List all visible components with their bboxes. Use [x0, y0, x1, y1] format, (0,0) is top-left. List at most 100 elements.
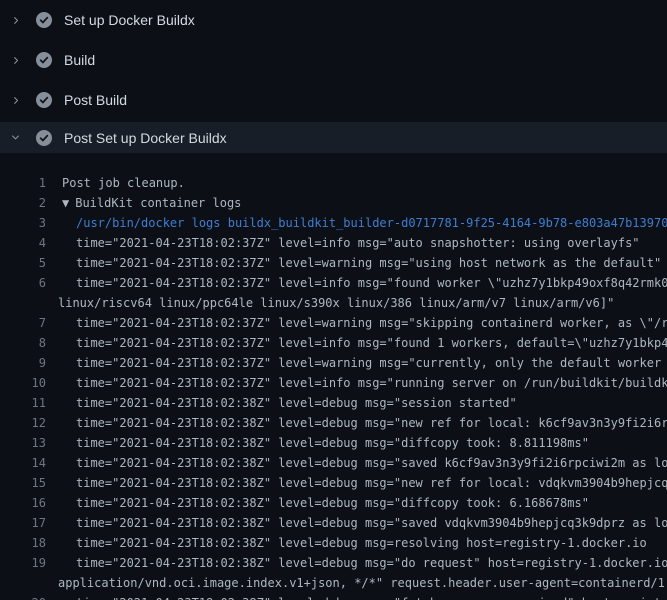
log-text-body: time="2021-04-23T18:02:38Z" level=debug … — [76, 396, 517, 410]
log-line: 13 time="2021-04-23T18:02:38Z" level=deb… — [0, 433, 667, 453]
log-line: 18 time="2021-04-23T18:02:38Z" level=deb… — [0, 533, 667, 553]
log-text: /usr/bin/docker logs buildx_buildkit_bui… — [58, 213, 667, 233]
log-line: 14 time="2021-04-23T18:02:38Z" level=deb… — [0, 453, 667, 473]
log-text-body: Post job cleanup. — [62, 176, 185, 190]
check-circle-icon — [36, 92, 52, 108]
log-line: 5 time="2021-04-23T18:02:37Z" level=warn… — [0, 253, 667, 273]
log-line: 9 time="2021-04-23T18:02:37Z" level=warn… — [0, 353, 667, 373]
log-text-body: time="2021-04-23T18:02:38Z" level=debug … — [76, 416, 667, 430]
line-number[interactable]: 10 — [0, 373, 46, 393]
log-text: time="2021-04-23T18:02:38Z" level=debug … — [58, 473, 667, 493]
log-line: 6 time="2021-04-23T18:02:37Z" level=info… — [0, 273, 667, 293]
log-text: Post job cleanup. — [58, 173, 667, 193]
log-text-body: time="2021-04-23T18:02:38Z" level=debug … — [76, 596, 667, 600]
log-line: linux/riscv64 linux/ppc64le linux/s390x … — [0, 293, 667, 313]
step-title: Build — [64, 52, 95, 68]
check-circle-icon — [36, 12, 52, 28]
log-text[interactable]: ▼ BuildKit container logs — [58, 193, 667, 213]
line-number[interactable]: 9 — [0, 353, 46, 373]
line-number[interactable]: 13 — [0, 433, 46, 453]
log-text: time="2021-04-23T18:02:37Z" level=info m… — [58, 373, 667, 393]
log-text-body: /usr/bin/docker logs buildx_buildkit_bui… — [76, 216, 667, 230]
log-line: 15 time="2021-04-23T18:02:38Z" level=deb… — [0, 473, 667, 493]
log-text-body: time="2021-04-23T18:02:38Z" level=debug … — [76, 496, 589, 510]
line-number[interactable]: 8 — [0, 333, 46, 353]
log-text: time="2021-04-23T18:02:38Z" level=debug … — [58, 513, 667, 533]
log-text: time="2021-04-23T18:02:38Z" level=debug … — [58, 393, 667, 413]
log-line: 4 time="2021-04-23T18:02:37Z" level=info… — [0, 233, 667, 253]
log-text-body: time="2021-04-23T18:02:38Z" level=debug … — [76, 476, 667, 490]
log-text-body: time="2021-04-23T18:02:37Z" level=warnin… — [76, 256, 661, 270]
line-number[interactable]: 4 — [0, 233, 46, 253]
step-header-post-set-up-docker-buildx[interactable]: Post Set up Docker Buildx — [0, 122, 667, 153]
log-text: time="2021-04-23T18:02:38Z" level=debug … — [58, 553, 667, 573]
step-header-build[interactable]: Build — [0, 40, 667, 80]
steps-list: Set up Docker Buildx Build — [0, 0, 667, 153]
log-text: time="2021-04-23T18:02:38Z" level=debug … — [58, 453, 667, 473]
line-number[interactable]: 14 — [0, 453, 46, 473]
line-number[interactable]: 15 — [0, 473, 46, 493]
line-number — [0, 573, 46, 593]
log-line: 10 time="2021-04-23T18:02:37Z" level=inf… — [0, 373, 667, 393]
line-number[interactable]: 2 — [0, 193, 46, 213]
line-number[interactable]: 5 — [0, 253, 46, 273]
line-number[interactable]: 11 — [0, 393, 46, 413]
log-line: 12 time="2021-04-23T18:02:38Z" level=deb… — [0, 413, 667, 433]
log-text: time="2021-04-23T18:02:38Z" level=debug … — [58, 533, 667, 553]
chevron-down-icon — [10, 132, 24, 143]
log-line: application/vnd.oci.image.index.v1+json,… — [0, 573, 667, 593]
log-line: 19 time="2021-04-23T18:02:38Z" level=deb… — [0, 553, 667, 573]
log-text-body: application/vnd.oci.image.index.v1+json,… — [58, 576, 667, 590]
log-text: time="2021-04-23T18:02:37Z" level=warnin… — [58, 353, 667, 373]
log-line: 20 time="2021-04-23T18:02:38Z" level=deb… — [0, 593, 667, 600]
log-text: time="2021-04-23T18:02:37Z" level=info m… — [58, 273, 667, 293]
log-line: 16 time="2021-04-23T18:02:38Z" level=deb… — [0, 493, 667, 513]
log-text-body: time="2021-04-23T18:02:38Z" level=debug … — [76, 556, 667, 570]
line-number[interactable]: 16 — [0, 493, 46, 513]
log-text: time="2021-04-23T18:02:37Z" level=warnin… — [58, 313, 667, 333]
line-number[interactable]: 17 — [0, 513, 46, 533]
log-text: time="2021-04-23T18:02:38Z" level=debug … — [58, 593, 667, 600]
log-text-body: time="2021-04-23T18:02:38Z" level=debug … — [76, 536, 647, 550]
line-number[interactable]: 18 — [0, 533, 46, 553]
log-text: time="2021-04-23T18:02:38Z" level=debug … — [58, 413, 667, 433]
log-text-body: linux/riscv64 linux/ppc64le linux/s390x … — [58, 296, 614, 310]
line-number[interactable]: 20 — [0, 593, 46, 600]
step-header-set-up-docker-buildx[interactable]: Set up Docker Buildx — [0, 0, 667, 40]
step-title: Set up Docker Buildx — [64, 12, 195, 28]
step-header-post-build[interactable]: Post Build — [0, 80, 667, 120]
log-text: time="2021-04-23T18:02:37Z" level=warnin… — [58, 253, 667, 273]
log-line: 17 time="2021-04-23T18:02:38Z" level=deb… — [0, 513, 667, 533]
log-text-body: time="2021-04-23T18:02:37Z" level=info m… — [76, 236, 640, 250]
log-text-body: time="2021-04-23T18:02:37Z" level=info m… — [76, 276, 667, 290]
log-text: time="2021-04-23T18:02:37Z" level=info m… — [58, 233, 667, 253]
line-number[interactable]: 12 — [0, 413, 46, 433]
log-line: 8 time="2021-04-23T18:02:37Z" level=info… — [0, 333, 667, 353]
log-text: time="2021-04-23T18:02:38Z" level=debug … — [58, 433, 667, 453]
line-number[interactable]: 7 — [0, 313, 46, 333]
chevron-right-icon — [10, 95, 24, 106]
log-text: application/vnd.oci.image.index.v1+json,… — [58, 573, 667, 593]
log-text-body: time="2021-04-23T18:02:38Z" level=debug … — [76, 436, 589, 450]
group-collapse-triangle-icon[interactable]: ▼ — [62, 196, 69, 210]
log-text-body: time="2021-04-23T18:02:37Z" level=warnin… — [76, 316, 667, 330]
log-text-body: time="2021-04-23T18:02:38Z" level=debug … — [76, 516, 667, 530]
log-text-body: time="2021-04-23T18:02:37Z" level=info m… — [76, 376, 667, 390]
step-title: Post Build — [64, 92, 127, 108]
line-number — [0, 293, 46, 313]
log-text-body: time="2021-04-23T18:02:37Z" level=warnin… — [76, 356, 667, 370]
line-number[interactable]: 19 — [0, 553, 46, 573]
step-title: Post Set up Docker Buildx — [64, 130, 227, 146]
line-number[interactable]: 3 — [0, 213, 46, 233]
log-text: time="2021-04-23T18:02:38Z" level=debug … — [58, 493, 667, 513]
check-circle-icon — [36, 52, 52, 68]
log-text-body: BuildKit container logs — [75, 196, 241, 210]
line-number[interactable]: 1 — [0, 173, 46, 193]
log-text: linux/riscv64 linux/ppc64le linux/s390x … — [58, 293, 667, 313]
actions-log-viewer: Set up Docker Buildx Build — [0, 0, 667, 600]
log-line: 1 Post job cleanup. — [0, 173, 667, 193]
log-pane: 1 Post job cleanup. 2 ▼ BuildKit containe… — [0, 157, 667, 600]
log-line: 7 time="2021-04-23T18:02:37Z" level=warn… — [0, 313, 667, 333]
line-number[interactable]: 6 — [0, 273, 46, 293]
log-text-body: time="2021-04-23T18:02:38Z" level=debug … — [76, 456, 667, 470]
